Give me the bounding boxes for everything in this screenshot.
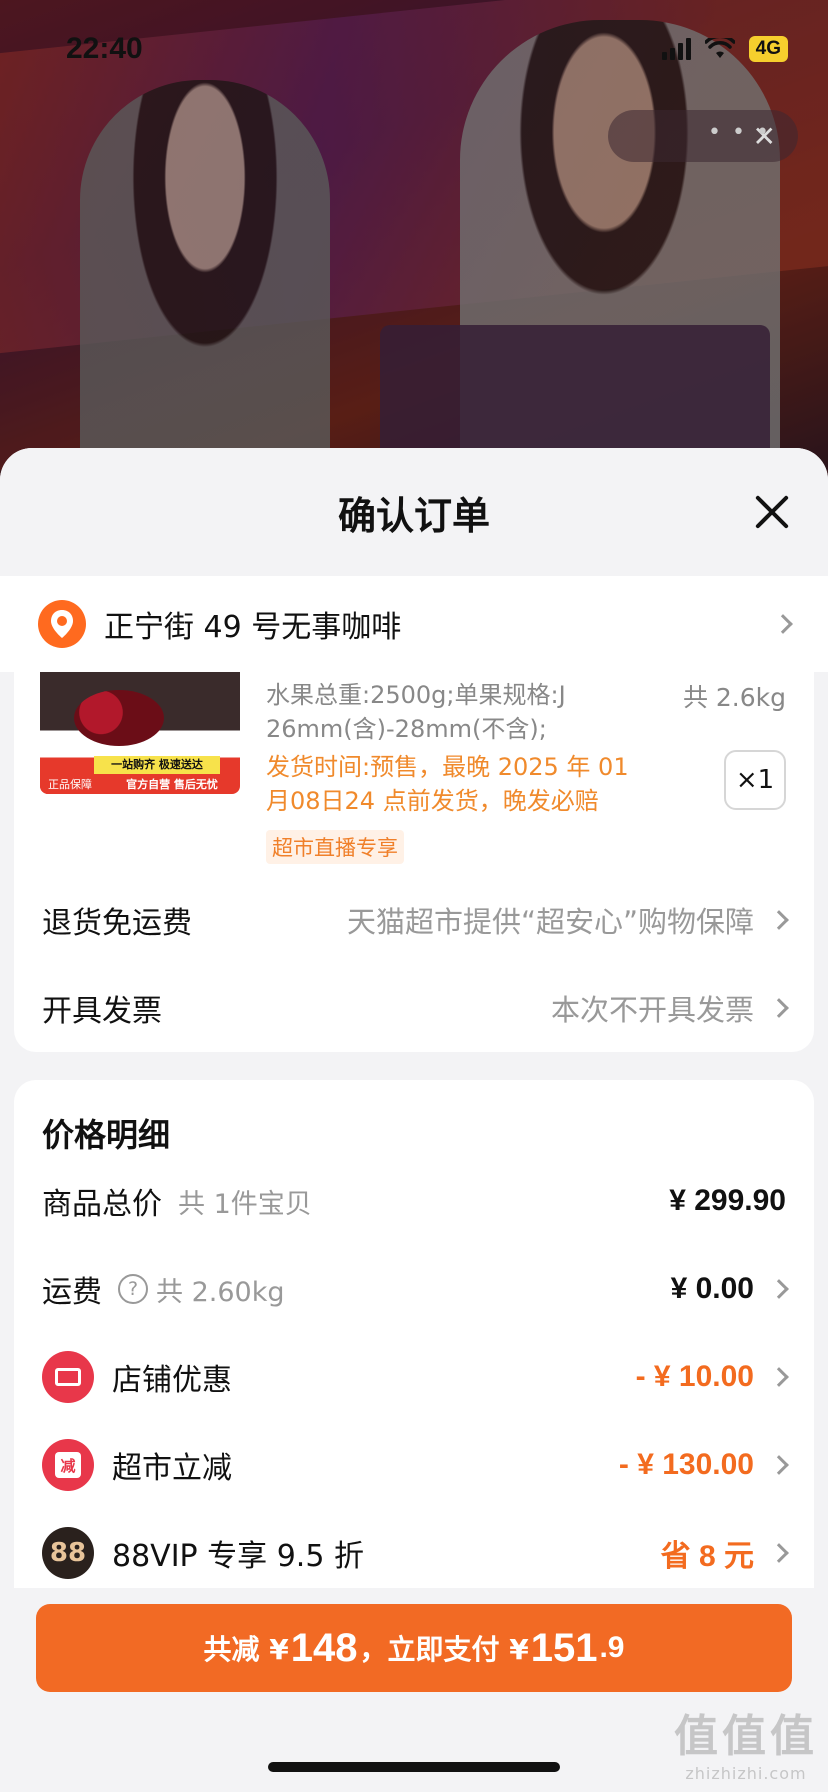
discount-badge-icon: 减	[42, 1439, 94, 1491]
product-total-weight: 共 2.6kg	[682, 683, 786, 712]
promo-tag: 超市直播专享	[266, 830, 404, 864]
sheet-header: 确认订单	[0, 448, 828, 576]
row-label: 开具发票	[42, 994, 162, 1029]
thumb-tag-guarantee: 正品保障	[40, 776, 100, 794]
help-icon[interactable]: ?	[118, 1274, 148, 1304]
vip-discount-label: 88VIP 专享 9.5 折	[112, 1539, 364, 1574]
coupon-ticket-icon	[42, 1351, 94, 1403]
chevron-right-icon	[769, 1543, 789, 1563]
more-dots-icon[interactable]: • • •	[708, 120, 771, 145]
vip-discount-row[interactable]: 88 88VIP 专享 9.5 折 省 8 元	[14, 1518, 814, 1588]
product-card: 一站购齐 极速送达 正品保障 官方自营 售后无忧 水果总重:2500g;单果规格…	[14, 672, 814, 1052]
close-icon[interactable]	[752, 492, 792, 532]
wifi-icon	[704, 38, 735, 58]
thumb-tag-service: 官方自营 售后无忧	[126, 778, 218, 791]
chevron-right-icon	[769, 998, 789, 1018]
goods-count: 共 1件宝贝	[178, 1188, 312, 1220]
pay-button[interactable]: 共减 ¥ 148 ，立即支付 ¥ 151 .9	[36, 1604, 792, 1692]
row-label: 退货免运费	[42, 906, 192, 941]
watermark-logo: 值值值	[674, 1711, 818, 1762]
saved-prefix: 共减 ¥	[203, 1633, 289, 1666]
chevron-right-icon	[769, 1279, 789, 1299]
saved-amount: 148	[290, 1625, 358, 1670]
vip-discount-value: 省 8 元	[660, 1540, 754, 1573]
sheet-title: 确认订单	[337, 493, 490, 538]
row-value: 本次不开具发票	[550, 993, 754, 1027]
pay-prefix: ，立即支付 ¥	[359, 1633, 529, 1666]
pay-amount-int: 151	[530, 1625, 598, 1670]
market-discount-value: - ¥ 130.00	[618, 1448, 754, 1481]
goods-total-label: 商品总价	[42, 1187, 162, 1222]
stream-close-button[interactable]: • • • ✕	[608, 110, 798, 162]
goods-total-value: ¥ 299.90	[669, 1184, 786, 1217]
shipping-weight: 共 2.60kg	[156, 1276, 285, 1308]
shipping-fee-label: 运费	[42, 1275, 102, 1310]
price-detail-title: 价格明细	[42, 1116, 171, 1154]
chevron-right-icon	[769, 1455, 789, 1475]
cell-signal-icon	[661, 38, 691, 60]
product-spec: 水果总重:2500g;单果规格:J 26mm(含)-28mm(不含);	[266, 681, 566, 743]
status-bar: 22:40 4G	[0, 0, 828, 100]
chevron-right-icon	[769, 1367, 789, 1387]
quantity-stepper[interactable]: ×1	[724, 750, 786, 810]
location-pin-icon	[38, 600, 86, 648]
shop-discount-row[interactable]: 店铺优惠 - ¥ 10.00	[14, 1342, 814, 1412]
cherries-image	[74, 690, 164, 746]
product-thumbnail[interactable]: 一站购齐 极速送达 正品保障 官方自营 售后无忧	[40, 672, 240, 794]
pay-amount-dec: .9	[599, 1631, 625, 1664]
address-text: 正宁街 49 号无事咖啡	[104, 610, 402, 645]
thumb-tag-main: 一站购齐 极速送达	[94, 756, 220, 774]
vip-88-icon: 88	[42, 1527, 94, 1579]
chevron-right-icon	[769, 910, 789, 930]
address-row[interactable]: 正宁街 49 号无事咖啡	[0, 576, 828, 672]
market-discount-row[interactable]: 减 超市立减 - ¥ 130.00	[14, 1430, 814, 1500]
pay-bar: 共减 ¥ 148 ，立即支付 ¥ 151 .9 值值值 zhizhizhi.co…	[0, 1588, 828, 1792]
watermark: 值值值 zhizhizhi.com	[674, 1700, 818, 1783]
shipping-fee-value: ¥ 0.00	[670, 1272, 754, 1305]
row-value: 天猫超市提供“超安心”购物保障	[346, 905, 754, 939]
discount-badge-text: 减	[55, 1452, 81, 1478]
status-icons: 4G	[661, 36, 788, 62]
shipping-fee-row[interactable]: 运费 ? 共 2.60kg ¥ 0.00	[14, 1254, 814, 1324]
home-indicator[interactable]	[268, 1762, 560, 1772]
battery-icon: 4G	[748, 36, 788, 62]
goods-total-row: 商品总价 共 1件宝贝 ¥ 299.90	[14, 1166, 814, 1236]
status-time: 22:40	[66, 32, 143, 65]
invoice-row[interactable]: 开具发票 本次不开具发票	[14, 964, 814, 1052]
watermark-url: zhizhizhi.com	[685, 1764, 807, 1783]
chevron-right-icon	[773, 614, 793, 634]
return-shipping-row[interactable]: 退货免运费 天猫超市提供“超安心”购物保障	[14, 876, 814, 964]
shop-discount-label: 店铺优惠	[112, 1363, 232, 1398]
market-discount-label: 超市立减	[112, 1451, 232, 1486]
shop-discount-value: - ¥ 10.00	[635, 1360, 754, 1393]
shipping-notice: 发货时间:预售，最晚 2025 年 01 月08日24 点前发货，晚发必赔	[266, 753, 629, 815]
